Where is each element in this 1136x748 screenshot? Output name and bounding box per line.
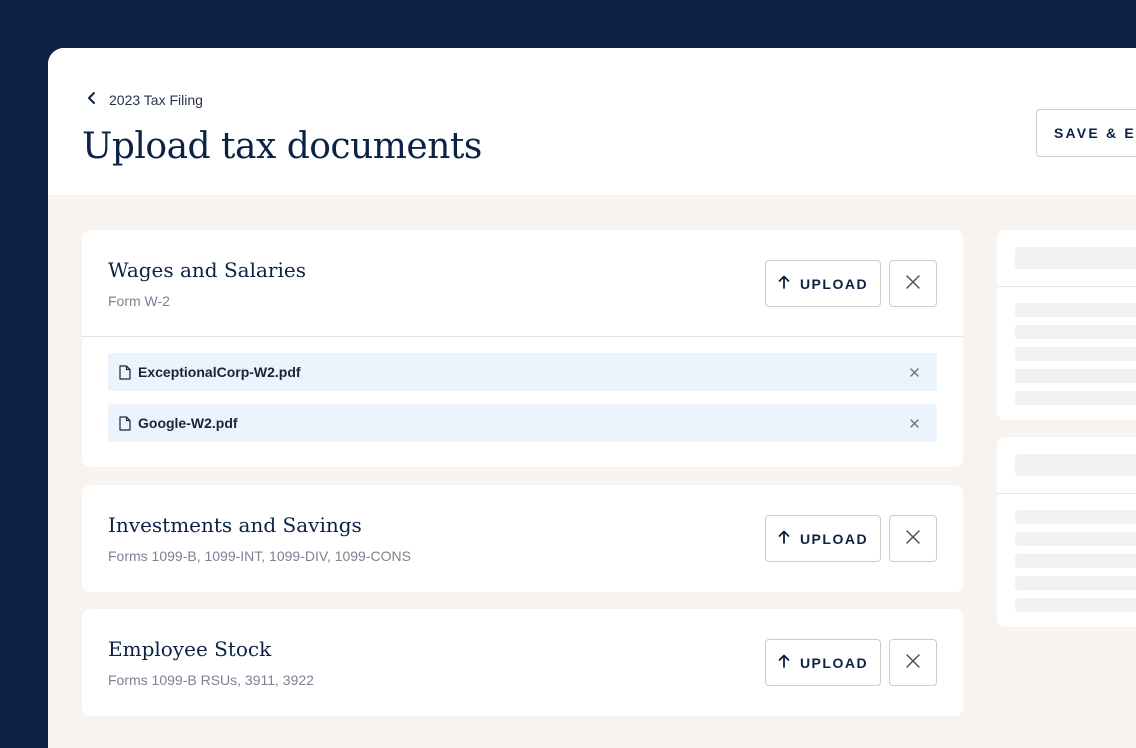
skeleton-line [1015,369,1136,383]
small-close-icon [909,418,919,428]
skeleton-line [1015,391,1136,405]
upload-button-investments[interactable]: UPLOAD [765,515,881,562]
card-divider [82,336,963,337]
document-card-investments: Investments and Savings Forms 1099-B, 10… [82,485,963,592]
remove-card-button-employee-stock[interactable] [889,639,937,686]
card-title: Employee Stock [108,637,272,661]
card-subtitle: Forms 1099-B RSUs, 3911, 3922 [108,672,314,688]
skeleton-line [1015,554,1136,568]
file-name: Google-W2.pdf [138,415,238,431]
remove-card-button-wages[interactable] [889,260,937,307]
sidebar-skeleton-panel [997,437,1136,627]
arrow-up-icon [778,530,790,547]
app-window: 2023 Tax Filing Upload tax documents SAV… [48,48,1136,748]
document-icon [119,364,131,380]
small-close-icon [909,367,919,377]
card-subtitle: Form W-2 [108,293,170,309]
card-subtitle: Forms 1099-B, 1099-INT, 1099-DIV, 1099-C… [108,548,411,564]
file-name: ExceptionalCorp-W2.pdf [138,364,301,380]
panel-divider [997,493,1136,494]
sidebar-skeleton-panel [997,230,1136,420]
skeleton-line [1015,247,1136,269]
close-icon [905,274,921,293]
skeleton-line [1015,454,1136,476]
upload-label: UPLOAD [799,654,869,671]
breadcrumb-label: 2023 Tax Filing [109,91,203,108]
skeleton-line [1015,510,1136,524]
file-item: Google-W2.pdf [108,404,937,442]
upload-button-employee-stock[interactable]: UPLOAD [765,639,881,686]
page-header: 2023 Tax Filing Upload tax documents SAV… [48,48,1136,195]
upload-button-wages[interactable]: UPLOAD [765,260,881,307]
skeleton-line [1015,347,1136,361]
close-icon [905,529,921,548]
page-title: Upload tax documents [82,126,482,167]
card-title: Investments and Savings [108,513,362,537]
save-and-exit-button[interactable]: SAVE & EXIT [1036,109,1136,157]
skeleton-line [1015,325,1136,339]
skeleton-line [1015,576,1136,590]
remove-file-button[interactable] [907,365,921,379]
document-card-employee-stock: Employee Stock Forms 1099-B RSUs, 3911, … [82,609,963,716]
upload-label: UPLOAD [799,275,869,292]
document-card-wages: Wages and Salaries Form W-2 UPLOAD Excep… [82,230,963,467]
arrow-up-icon [778,275,790,292]
close-icon [905,653,921,672]
panel-divider [997,286,1136,287]
file-item: ExceptionalCorp-W2.pdf [108,353,937,391]
card-header: Employee Stock Forms 1099-B RSUs, 3911, … [82,609,963,715]
card-header: Wages and Salaries Form W-2 UPLOAD [82,230,963,336]
skeleton-line [1015,532,1136,546]
chevron-left-icon [85,91,99,108]
card-title: Wages and Salaries [108,258,306,282]
card-header: Investments and Savings Forms 1099-B, 10… [82,485,963,591]
document-icon [119,415,131,431]
remove-file-button[interactable] [907,416,921,430]
remove-card-button-investments[interactable] [889,515,937,562]
upload-label: UPLOAD [799,530,869,547]
skeleton-line [1015,598,1136,612]
skeleton-line [1015,303,1136,317]
arrow-up-icon [778,654,790,671]
breadcrumb-back-link[interactable]: 2023 Tax Filing [85,91,203,108]
